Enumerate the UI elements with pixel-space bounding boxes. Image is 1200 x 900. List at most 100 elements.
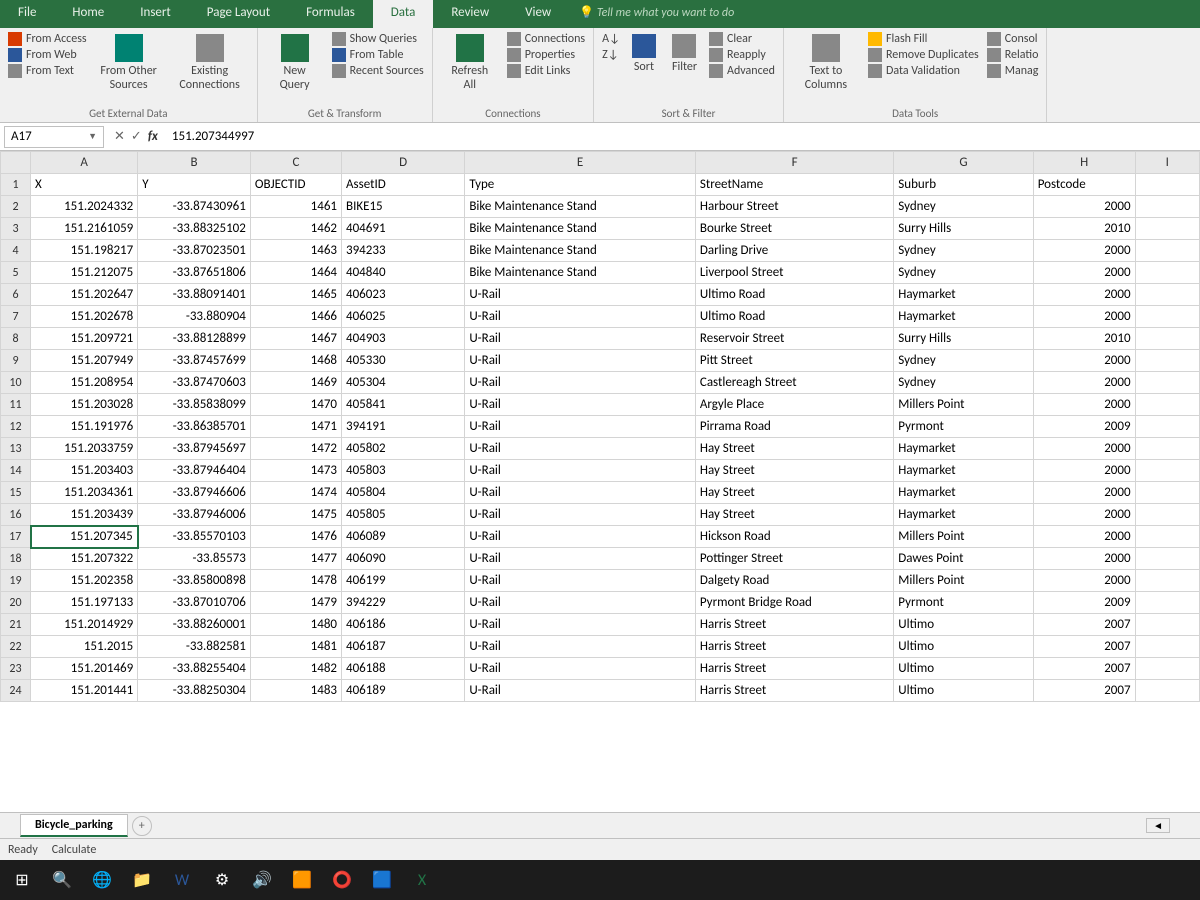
cell-C20[interactable]: 1479 [250,592,341,614]
cell-H1[interactable]: Postcode [1033,174,1135,196]
cell-F4[interactable]: Darling Drive [695,240,893,262]
cell-C17[interactable]: 1476 [250,526,341,548]
column-header-H[interactable]: H [1033,152,1135,174]
cell-A7[interactable]: 151.202678 [31,306,138,328]
cell-C21[interactable]: 1480 [250,614,341,636]
edge-icon[interactable]: 🌐 [86,864,118,896]
cell-E14[interactable]: U-Rail [465,460,696,482]
row-header-24[interactable]: 24 [1,680,31,702]
cell-C23[interactable]: 1482 [250,658,341,680]
cell-C15[interactable]: 1474 [250,482,341,504]
row-header-20[interactable]: 20 [1,592,31,614]
cell-E23[interactable]: U-Rail [465,658,696,680]
cell-D24[interactable]: 406189 [342,680,465,702]
cell-D11[interactable]: 405841 [342,394,465,416]
cell-F24[interactable]: Harris Street [695,680,893,702]
cell-H14[interactable]: 2000 [1033,460,1135,482]
cell-G10[interactable]: Sydney [894,372,1033,394]
row-header-22[interactable]: 22 [1,636,31,658]
menu-tab-formulas[interactable]: Formulas [288,0,373,28]
row-header-11[interactable]: 11 [1,394,31,416]
chrome-icon[interactable]: ⭕ [326,864,358,896]
row-header-19[interactable]: 19 [1,570,31,592]
menu-tab-insert[interactable]: Insert [122,0,189,28]
cell-H2[interactable]: 2000 [1033,196,1135,218]
from-table-button[interactable]: From Table [332,48,424,62]
cell-G17[interactable]: Millers Point [894,526,1033,548]
cell-H3[interactable]: 2010 [1033,218,1135,240]
cell-C14[interactable]: 1473 [250,460,341,482]
cell-A18[interactable]: 151.207322 [31,548,138,570]
cell-E17[interactable]: U-Rail [465,526,696,548]
cell-G24[interactable]: Ultimo [894,680,1033,702]
cell-E13[interactable]: U-Rail [465,438,696,460]
cell-H12[interactable]: 2009 [1033,416,1135,438]
cell-G2[interactable]: Sydney [894,196,1033,218]
row-header-1[interactable]: 1 [1,174,31,196]
cell-C1[interactable]: OBJECTID [250,174,341,196]
filter-button[interactable]: Filter [668,32,701,76]
cell-G8[interactable]: Surry Hills [894,328,1033,350]
column-header-G[interactable]: G [894,152,1033,174]
cell-A15[interactable]: 151.2034361 [31,482,138,504]
cell-G20[interactable]: Pyrmont [894,592,1033,614]
cell-D13[interactable]: 405802 [342,438,465,460]
cell-D19[interactable]: 406199 [342,570,465,592]
row-header-3[interactable]: 3 [1,218,31,240]
cell-G9[interactable]: Sydney [894,350,1033,372]
explorer-icon[interactable]: 📁 [126,864,158,896]
cell-D12[interactable]: 394191 [342,416,465,438]
cell-G5[interactable]: Sydney [894,262,1033,284]
cell-F19[interactable]: Dalgety Road [695,570,893,592]
cell-G23[interactable]: Ultimo [894,658,1033,680]
cell-D18[interactable]: 406090 [342,548,465,570]
cell-G16[interactable]: Haymarket [894,504,1033,526]
column-header-D[interactable]: D [342,152,465,174]
cell-I15[interactable] [1135,482,1199,504]
row-header-10[interactable]: 10 [1,372,31,394]
cell-I6[interactable] [1135,284,1199,306]
sort-asc-button[interactable]: A↓ [602,32,620,46]
cell-A16[interactable]: 151.203439 [31,504,138,526]
cell-E10[interactable]: U-Rail [465,372,696,394]
cell-D21[interactable]: 406186 [342,614,465,636]
cell-F7[interactable]: Ultimo Road [695,306,893,328]
cell-E2[interactable]: Bike Maintenance Stand [465,196,696,218]
cell-D3[interactable]: 404691 [342,218,465,240]
row-header-4[interactable]: 4 [1,240,31,262]
from-access-button[interactable]: From Access [8,32,87,46]
cell-I20[interactable] [1135,592,1199,614]
cell-H7[interactable]: 2000 [1033,306,1135,328]
cell-C7[interactable]: 1466 [250,306,341,328]
cell-B3[interactable]: -33.88325102 [138,218,251,240]
add-sheet-button[interactable]: + [132,816,152,836]
cell-A3[interactable]: 151.2161059 [31,218,138,240]
column-header-C[interactable]: C [250,152,341,174]
properties-button[interactable]: Properties [507,48,585,62]
cell-B4[interactable]: -33.87023501 [138,240,251,262]
menu-tab-page-layout[interactable]: Page Layout [189,0,288,28]
cell-A6[interactable]: 151.202647 [31,284,138,306]
cell-A17[interactable]: 151.207345 [31,526,138,548]
cell-C8[interactable]: 1467 [250,328,341,350]
cell-F13[interactable]: Hay Street [695,438,893,460]
cell-F23[interactable]: Harris Street [695,658,893,680]
cell-C16[interactable]: 1475 [250,504,341,526]
name-box[interactable]: A17 ▼ [4,126,104,148]
sheet-tab[interactable]: Bicycle_parking [20,814,128,837]
cell-A11[interactable]: 151.203028 [31,394,138,416]
row-header-9[interactable]: 9 [1,350,31,372]
cell-E18[interactable]: U-Rail [465,548,696,570]
cell-D22[interactable]: 406187 [342,636,465,658]
cell-D16[interactable]: 405805 [342,504,465,526]
cell-A1[interactable]: X [31,174,138,196]
word-icon[interactable]: W [166,864,198,896]
cell-I18[interactable] [1135,548,1199,570]
from-text-button[interactable]: From Text [8,64,87,78]
cell-H21[interactable]: 2007 [1033,614,1135,636]
cell-G18[interactable]: Dawes Point [894,548,1033,570]
cell-F1[interactable]: StreetName [695,174,893,196]
cell-D23[interactable]: 406188 [342,658,465,680]
cell-B15[interactable]: -33.87946606 [138,482,251,504]
spreadsheet-grid[interactable]: ABCDEFGHI1XYOBJECTIDAssetIDTypeStreetNam… [0,151,1200,812]
